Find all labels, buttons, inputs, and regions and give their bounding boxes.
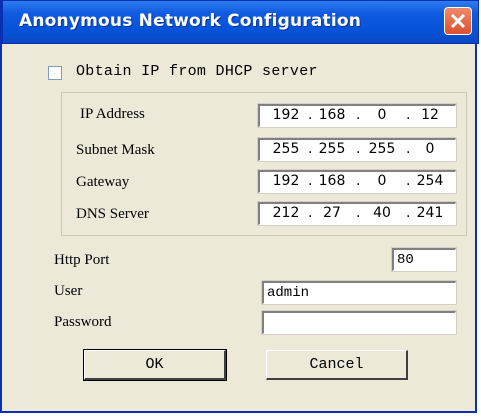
ip-address-field[interactable]: 192 . 168 . 0 . 12 xyxy=(257,103,457,128)
password-label: Password xyxy=(54,314,112,330)
subnet-octet-4[interactable]: 0 xyxy=(412,141,448,157)
subnet-mask-field[interactable]: 255 . 255 . 255 . 0 xyxy=(257,137,457,162)
dhcp-label: Obtain IP from DHCP server xyxy=(76,63,318,80)
ok-button[interactable]: OK xyxy=(83,349,227,381)
cancel-button[interactable]: Cancel xyxy=(266,350,408,380)
user-input[interactable]: admin xyxy=(261,280,457,305)
ip-octet-3[interactable]: 0 xyxy=(364,107,400,123)
close-x-icon xyxy=(450,13,466,29)
subnet-octet-3[interactable]: 255 xyxy=(364,141,400,157)
title-bar[interactable]: Anonymous Network Configuration xyxy=(2,0,479,44)
gateway-label: Gateway xyxy=(76,174,130,190)
password-input[interactable] xyxy=(261,310,457,335)
gateway-field[interactable]: 192 . 168 . 0 . 254 xyxy=(257,169,457,194)
dns-octet-3[interactable]: 40 xyxy=(364,205,400,221)
dns-octet-4[interactable]: 241 xyxy=(412,205,448,221)
gateway-octet-3[interactable]: 0 xyxy=(364,173,400,189)
gateway-octet-4[interactable]: 254 xyxy=(412,173,448,189)
dns-server-field[interactable]: 212 . 27 . 40 . 241 xyxy=(257,201,457,226)
dhcp-checkbox[interactable] xyxy=(48,66,62,80)
ip-octet-1[interactable]: 192 xyxy=(268,107,304,123)
gateway-octet-1[interactable]: 192 xyxy=(268,173,304,189)
user-label: User xyxy=(54,283,83,299)
ip-octet-2[interactable]: 168 xyxy=(314,107,350,123)
dns-server-label: DNS Server xyxy=(76,206,149,222)
dns-octet-2[interactable]: 27 xyxy=(314,205,350,221)
http-port-input[interactable]: 80 xyxy=(391,247,457,272)
subnet-mask-label: Subnet Mask xyxy=(76,142,155,158)
gateway-octet-2[interactable]: 168 xyxy=(314,173,350,189)
dns-octet-1[interactable]: 212 xyxy=(268,205,304,221)
ip-octet-4[interactable]: 12 xyxy=(412,107,448,123)
subnet-octet-2[interactable]: 255 xyxy=(314,141,350,157)
window-title: Anonymous Network Configuration xyxy=(19,11,362,31)
subnet-octet-1[interactable]: 255 xyxy=(268,141,304,157)
network-config-dialog: Anonymous Network Configuration Obtain I… xyxy=(0,0,479,413)
http-port-label: Http Port xyxy=(54,252,110,268)
ip-address-label: IP Address xyxy=(80,106,145,122)
close-button[interactable] xyxy=(444,7,472,35)
